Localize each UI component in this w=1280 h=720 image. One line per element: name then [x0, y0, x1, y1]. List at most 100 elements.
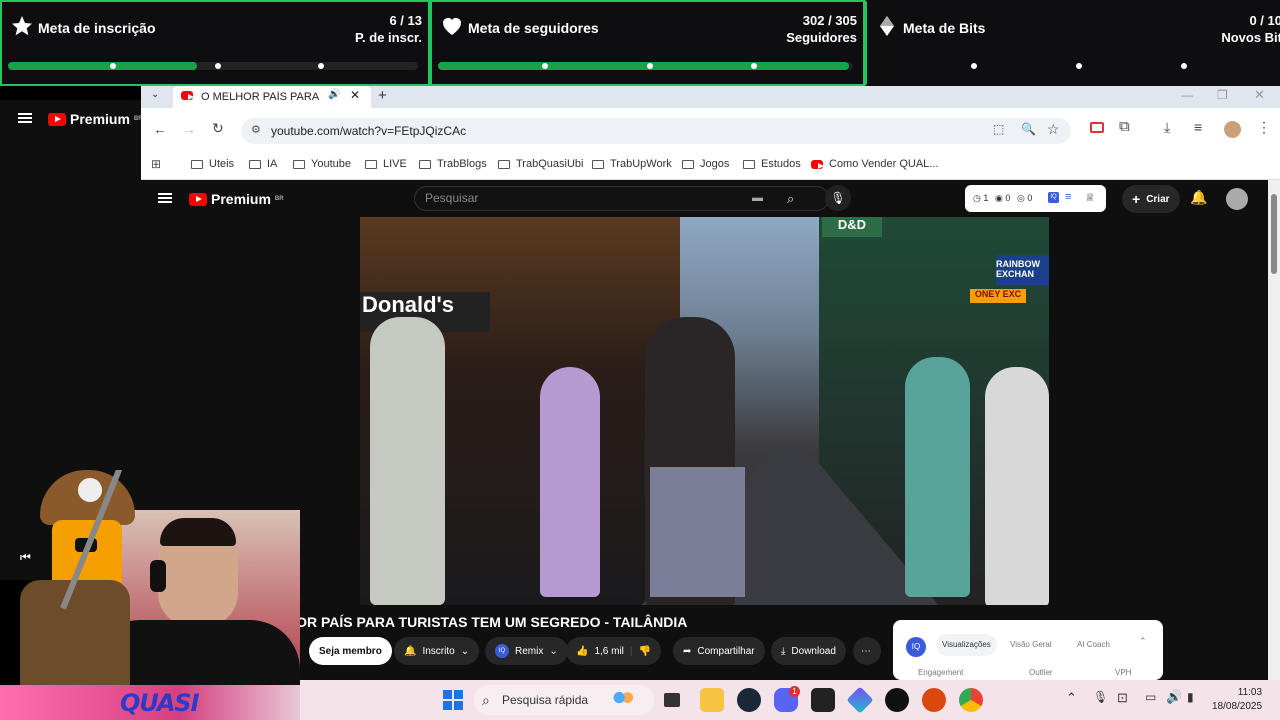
microphone-icon[interactable]: 🎙 — [1093, 690, 1108, 704]
remix-button[interactable]: IQ Remix ⌄ — [485, 637, 568, 665]
trophy-icon: ♕ — [1085, 192, 1095, 204]
chrome-icon[interactable] — [959, 688, 983, 712]
milestone-dot — [110, 63, 116, 69]
app-icon[interactable] — [846, 686, 874, 714]
video-player[interactable]: Donald's D&D RAINBOW EXCHAN ONEY EXC — [360, 217, 1049, 605]
bookmark-folder[interactable]: LIVE — [365, 158, 407, 170]
bookmark-folder[interactable]: Youtube — [293, 158, 351, 170]
download-icon[interactable]: ⤓ — [1164, 119, 1170, 136]
goal-progress-bar — [873, 62, 1268, 70]
bookmark-link[interactable]: Como Vender QUAL... — [811, 158, 938, 170]
bookmark-star-icon[interactable]: ☆ — [1047, 121, 1060, 138]
bookmark-folder[interactable]: IA — [249, 158, 277, 170]
subscribed-button[interactable]: 🔔 Inscrito ⌄ — [394, 637, 480, 665]
vidiq-panel: IQ Visualizações Visão Geral AI Coach ⌃ … — [893, 620, 1163, 680]
obs-icon[interactable] — [885, 688, 909, 712]
file-explorer-icon[interactable] — [700, 688, 724, 712]
battery-icon[interactable]: ▮ — [1187, 690, 1194, 704]
wifi-icon[interactable]: ⊡ — [1117, 690, 1128, 706]
milestone-dot — [1076, 63, 1082, 69]
bookmark-folder[interactable]: Uteis — [191, 158, 234, 170]
share-button[interactable]: ➦ Compartilhar — [673, 637, 765, 665]
tab-bar: ⌄ O MELHOR PAÍS PARA TURISTAS 🔊 ✕ + — ❐ … — [141, 86, 1280, 108]
volume-icon[interactable]: 🔊 — [1166, 689, 1182, 705]
menu-icon[interactable] — [18, 113, 32, 123]
milestone-dot — [215, 63, 221, 69]
app-icon[interactable] — [811, 688, 835, 712]
thumbs-down-icon[interactable]: 👎 — [639, 646, 651, 657]
task-view-icon[interactable] — [664, 693, 680, 707]
list-icon: ≡ — [1065, 191, 1072, 203]
thumbs-up-icon: 👍 — [576, 645, 589, 657]
apps-icon[interactable]: ⊞ — [151, 157, 161, 171]
milestone-dot — [318, 63, 324, 69]
keyboard-icon[interactable]: ▬ — [752, 187, 763, 210]
goal-progress-fill — [438, 62, 849, 70]
tab-visao-geral[interactable]: Visão Geral — [1010, 640, 1052, 649]
site-info-icon[interactable]: ⚙ — [251, 123, 261, 136]
profile-avatar[interactable] — [1224, 121, 1241, 138]
collapse-icon[interactable]: ⌃ — [1139, 636, 1147, 647]
avatar[interactable] — [1226, 188, 1248, 210]
notifications-icon[interactable]: 🔔 — [1190, 189, 1207, 206]
tab-visualizacoes[interactable]: Visualizações — [936, 634, 997, 656]
cast-icon[interactable] — [1090, 122, 1104, 133]
create-button[interactable]: + Criar — [1122, 185, 1180, 213]
menu-icon[interactable] — [158, 193, 172, 203]
forward-icon[interactable]: → — [182, 121, 196, 137]
reading-list-icon[interactable]: ≡ — [1194, 119, 1202, 135]
milestone-dot — [647, 63, 653, 69]
bookmark-folder[interactable]: TrabBlogs — [419, 158, 487, 170]
chevron-up-icon[interactable]: ⌃ — [1066, 690, 1077, 706]
close-window-button[interactable]: ✕ — [1254, 87, 1265, 103]
search-input[interactable]: Pesquisar ▬ ⌕ — [414, 186, 829, 211]
install-icon[interactable]: ⬚ — [993, 122, 1004, 136]
bookmark-folder[interactable]: TrabUpWork — [592, 158, 672, 170]
tab-youtube[interactable]: O MELHOR PAÍS PARA TURISTAS 🔊 ✕ — [173, 86, 371, 108]
download-icon: ⤓ — [781, 645, 786, 657]
reload-icon[interactable]: ↻ — [212, 120, 224, 137]
address-bar[interactable]: ⚙ youtube.com/watch?v=FEtpJQizCAc ⬚ 🔍 ☆ — [241, 118, 1071, 144]
widget-balloons-icon[interactable] — [612, 688, 636, 712]
close-tab-icon[interactable]: ✕ — [350, 88, 360, 102]
windows-taskbar: ⌕ Pesquisa rápida 1 ⌃ ⊡ 🎙 ▭ 🔊 ▮ 11:03 18/… — [300, 680, 1280, 720]
steam-icon[interactable] — [737, 688, 761, 712]
bits-gem-icon — [880, 16, 894, 36]
download-button[interactable]: ⤓ Download — [771, 637, 846, 665]
bookmark-folder[interactable]: TrabQuasiUbi — [498, 158, 583, 170]
more-actions-button[interactable]: ⋯ — [853, 637, 881, 665]
bookmark-folder[interactable]: Estudos — [743, 158, 801, 170]
skull-emblem-icon — [78, 478, 102, 502]
speaker-icon[interactable]: 🔊 — [328, 89, 340, 100]
iq-badge: IQ — [1048, 192, 1059, 203]
stream-logo: QUASI — [120, 689, 200, 717]
voice-search-button[interactable]: 🎙 — [825, 185, 851, 211]
tab-ai-coach[interactable]: AI Coach — [1077, 640, 1110, 649]
more-menu-icon[interactable]: ⋮ — [1257, 119, 1271, 136]
storefront-sign: RAINBOW EXCHAN — [996, 255, 1049, 285]
like-button[interactable]: 👍 1,6 mil | 👎 — [566, 637, 661, 665]
app-icon[interactable] — [922, 688, 946, 712]
zoom-icon[interactable]: 🔍 — [1021, 122, 1036, 136]
clock[interactable]: 11:03 18/08/2025 — [1212, 686, 1262, 714]
youtube-logo[interactable]: Premium BR — [189, 191, 284, 207]
minimize-button[interactable]: — — [1181, 88, 1193, 102]
page-scrollbar[interactable] — [1268, 180, 1280, 680]
extensions-icon[interactable]: ⧉ — [1119, 118, 1130, 135]
pedestrian — [650, 467, 745, 597]
youtube-logo[interactable]: Premium BR — [48, 111, 143, 127]
network-icon[interactable]: ▭ — [1145, 690, 1156, 704]
bookmark-folder[interactable]: Jogos — [682, 158, 729, 170]
youtube-page: Premium BR Pesquisar ▬ ⌕ 🎙 ◷ 1 ◉ 0 ◎ 0 IQ… — [141, 180, 1280, 680]
pedestrian — [370, 317, 445, 605]
maximize-button[interactable]: ❐ — [1217, 88, 1228, 102]
search-icon[interactable]: ⌕ — [787, 187, 794, 210]
extension-stats-bar[interactable]: ◷ 1 ◉ 0 ◎ 0 IQ ≡ ♕ — [965, 185, 1106, 212]
join-button[interactable]: Seja membro — [309, 637, 392, 665]
tab-list-chevron-icon[interactable]: ⌄ — [151, 89, 159, 100]
goal-bits: Meta de Bits 0 / 10 Novos Bit — [865, 0, 1280, 86]
new-tab-button[interactable]: + — [378, 87, 387, 104]
goal-title: Meta de inscrição — [38, 20, 156, 36]
back-icon[interactable]: ← — [153, 121, 167, 137]
start-button[interactable] — [443, 690, 463, 710]
